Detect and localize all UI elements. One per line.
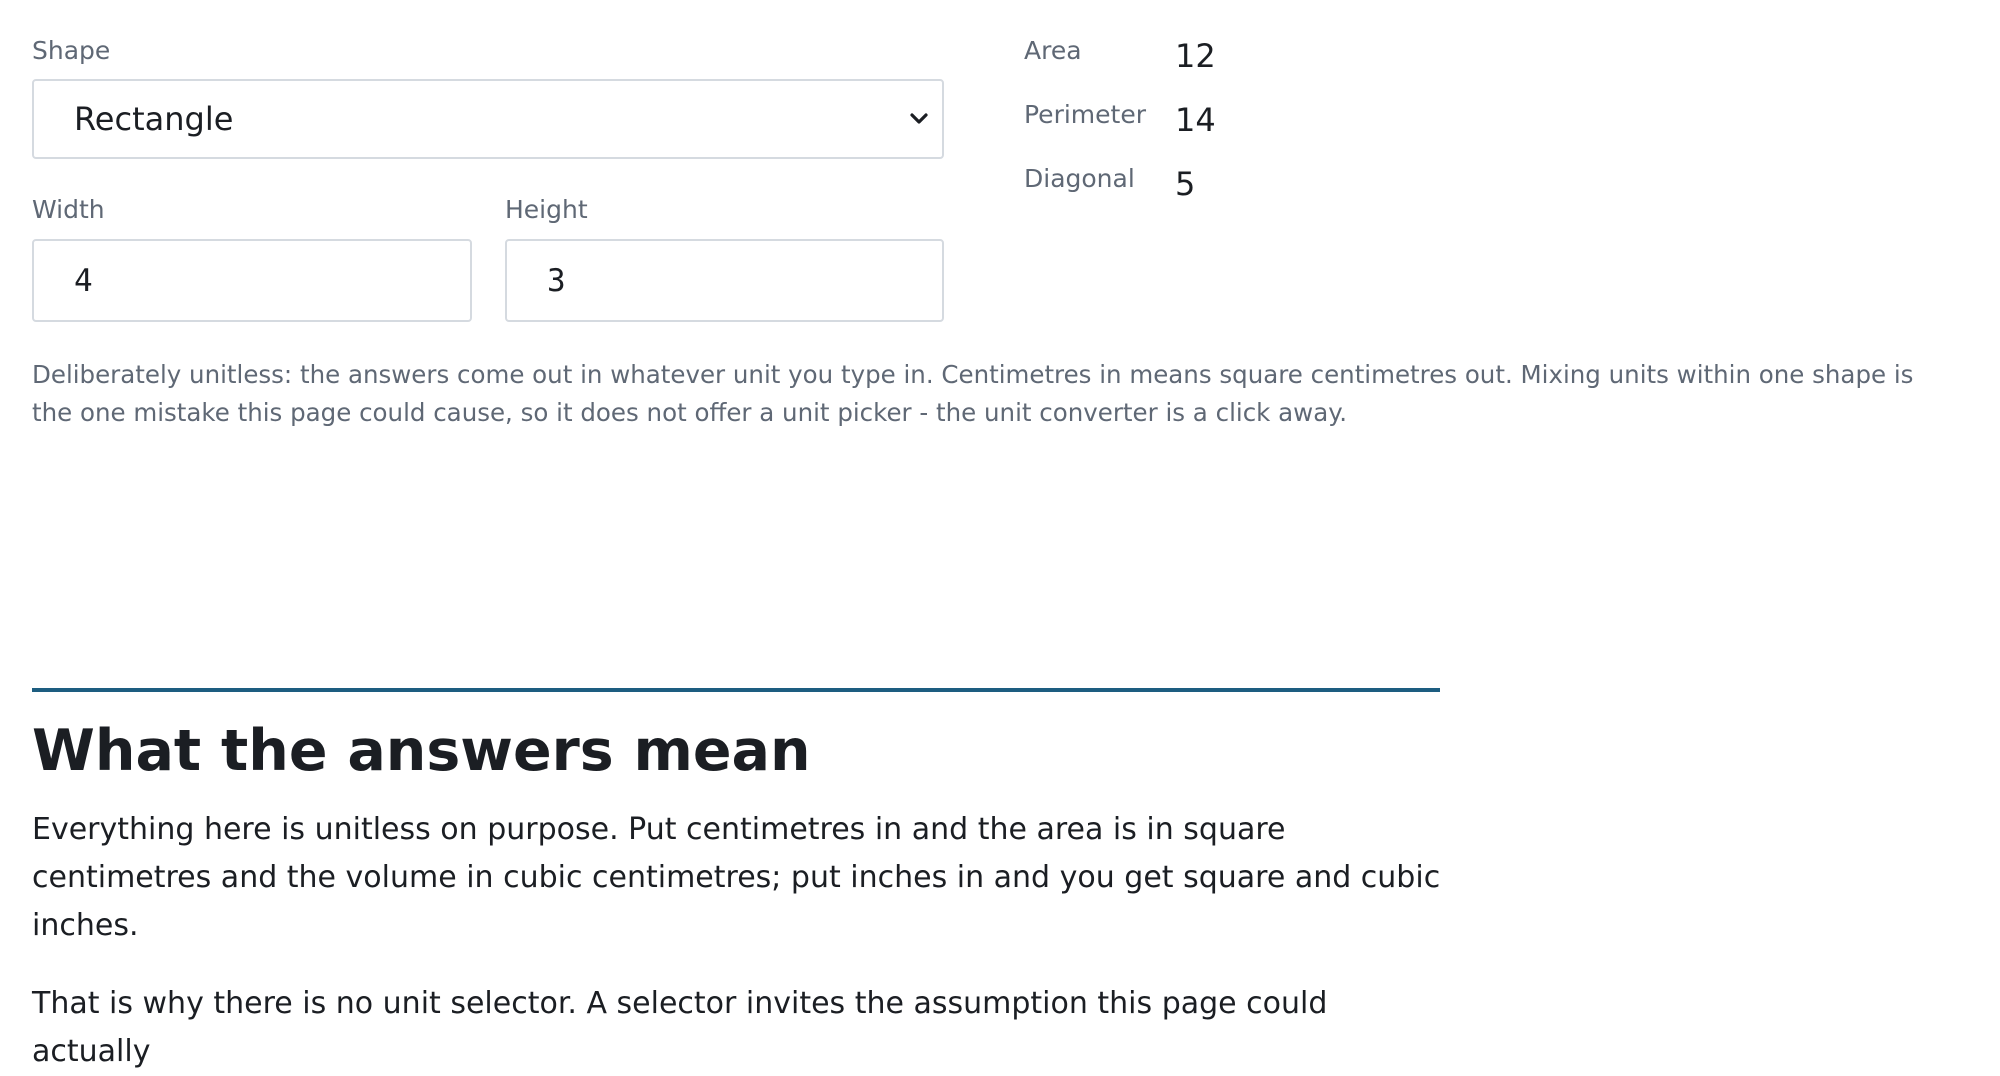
article-paragraph-2: That is why there is no unit selector. A… [32, 986, 1328, 1069]
width-input[interactable]: 4 [32, 239, 472, 322]
width-label: Width [32, 195, 105, 224]
shape-select-value: Rectangle [74, 100, 234, 138]
unitless-note: Deliberately unitless: the answers come … [32, 360, 1914, 427]
height-input-value: 3 [547, 262, 566, 299]
width-input-value: 4 [74, 262, 93, 299]
height-label: Height [505, 195, 588, 224]
shape-select[interactable]: Rectangle [32, 79, 944, 159]
section-heading: What the answers mean [32, 718, 811, 784]
diagonal-value: 5 [1175, 165, 1196, 203]
diagonal-label: Diagonal [1024, 164, 1135, 193]
chevron-down-icon [910, 113, 928, 124]
height-input[interactable]: 3 [505, 239, 944, 322]
perimeter-value: 14 [1175, 101, 1216, 139]
section-divider [32, 688, 1440, 692]
shape-label: Shape [32, 36, 111, 65]
area-label: Area [1024, 36, 1082, 65]
article-paragraph: Everything here is unitless on purpose. … [32, 812, 1441, 943]
perimeter-label: Perimeter [1024, 100, 1146, 129]
area-value: 12 [1175, 37, 1216, 75]
